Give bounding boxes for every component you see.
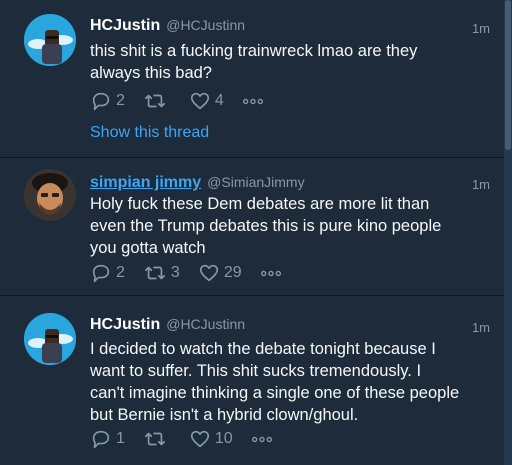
tweet-text-line: can't imagine thinking a single one of t… [90, 384, 460, 402]
tweet-actions: 2 4 [90, 90, 264, 112]
avatar[interactable] [24, 169, 76, 221]
display-name[interactable]: HCJustin [90, 17, 160, 34]
like-count: 4 [214, 92, 224, 109]
timestamp[interactable]: 1m [472, 177, 490, 192]
like-icon [189, 90, 211, 112]
tweet-text-line: I decided to watch the debate tonight be… [90, 340, 436, 358]
scrollbar[interactable] [504, 0, 512, 465]
avatar-image [24, 14, 76, 66]
reply-button[interactable]: 1 [90, 428, 125, 450]
tweet-header: HCJustin @HCJustinn [90, 316, 245, 334]
tweet-text: I decided to watch the debate tonight be… [90, 338, 482, 426]
like-count: 10 [214, 430, 233, 447]
display-name[interactable]: HCJustin [90, 316, 160, 333]
tweet-header: simpian jimmy @SimianJimmy [90, 174, 305, 192]
tweet-text: this shit is a fucking trainwreck lmao a… [90, 40, 482, 84]
like-icon [198, 262, 220, 284]
reply-button[interactable]: 2 [90, 90, 125, 112]
user-handle[interactable]: @HCJustinn [166, 17, 245, 33]
timestamp[interactable]: 1m [472, 21, 490, 36]
more-options-button[interactable] [242, 96, 264, 107]
tweet[interactable]: HCJustin @HCJustinn 1m I decided to watch… [0, 297, 504, 465]
user-handle[interactable]: @HCJustinn [166, 316, 245, 332]
retweet-button[interactable] [143, 428, 171, 450]
tweet-text-line: but Bernie isn't a hybrid clown/ghoul. [90, 406, 359, 424]
avatar[interactable] [24, 14, 76, 66]
retweet-icon [143, 262, 167, 284]
like-count: 29 [223, 264, 242, 281]
retweet-icon [143, 90, 167, 112]
retweet-count: 3 [170, 264, 180, 281]
timestamp[interactable]: 1m [472, 320, 490, 335]
reply-button[interactable]: 2 [90, 262, 125, 284]
reply-count: 1 [116, 430, 125, 447]
retweet-button[interactable]: 3 [143, 262, 180, 284]
tweet-text-line: this shit is a fucking trainwreck lmao a… [90, 42, 418, 60]
tweet-header: HCJustin @HCJustinn [90, 17, 245, 35]
display-name[interactable]: simpian jimmy [90, 174, 201, 191]
more-options-button[interactable] [251, 434, 273, 445]
reply-icon [90, 90, 112, 112]
user-handle[interactable]: @SimianJimmy [207, 174, 304, 190]
tweet-text: Holy fuck these Dem debates are more lit… [90, 193, 482, 259]
tweet[interactable]: simpian jimmy @SimianJimmy 1m Holy fuck t… [0, 159, 504, 296]
reply-icon [90, 428, 112, 450]
tweet-actions: 1 10 [90, 428, 273, 450]
tweet-text-line: Holy fuck these Dem debates are more lit… [90, 195, 430, 213]
tweet-text-line: always this bad? [90, 64, 212, 82]
like-button[interactable]: 10 [189, 428, 233, 450]
show-thread-link[interactable]: Show this thread [90, 124, 209, 142]
tweet[interactable]: HCJustin @HCJustinn 1m this shit is a fuc… [0, 0, 504, 158]
avatar-image [24, 313, 76, 365]
tweet-text-line: you gotta watch [90, 239, 206, 257]
tweet-actions: 2 3 29 [90, 262, 282, 284]
like-button[interactable]: 29 [198, 262, 242, 284]
reply-count: 2 [116, 264, 125, 281]
reply-icon [90, 262, 112, 284]
avatar-image [24, 169, 76, 221]
reply-count: 2 [116, 92, 125, 109]
retweet-icon [143, 428, 167, 450]
tweet-text-line: even the Trump debates this is pure kino… [90, 217, 442, 235]
more-icon [260, 268, 282, 279]
retweet-button[interactable] [143, 90, 171, 112]
like-icon [189, 428, 211, 450]
scrollbar-thumb[interactable] [505, 0, 511, 150]
more-icon [242, 96, 264, 107]
avatar[interactable] [24, 313, 76, 365]
like-button[interactable]: 4 [189, 90, 224, 112]
more-options-button[interactable] [260, 268, 282, 279]
more-icon [251, 434, 273, 445]
tweet-text-line: want to suffer. This shit sucks tremendo… [90, 362, 422, 380]
